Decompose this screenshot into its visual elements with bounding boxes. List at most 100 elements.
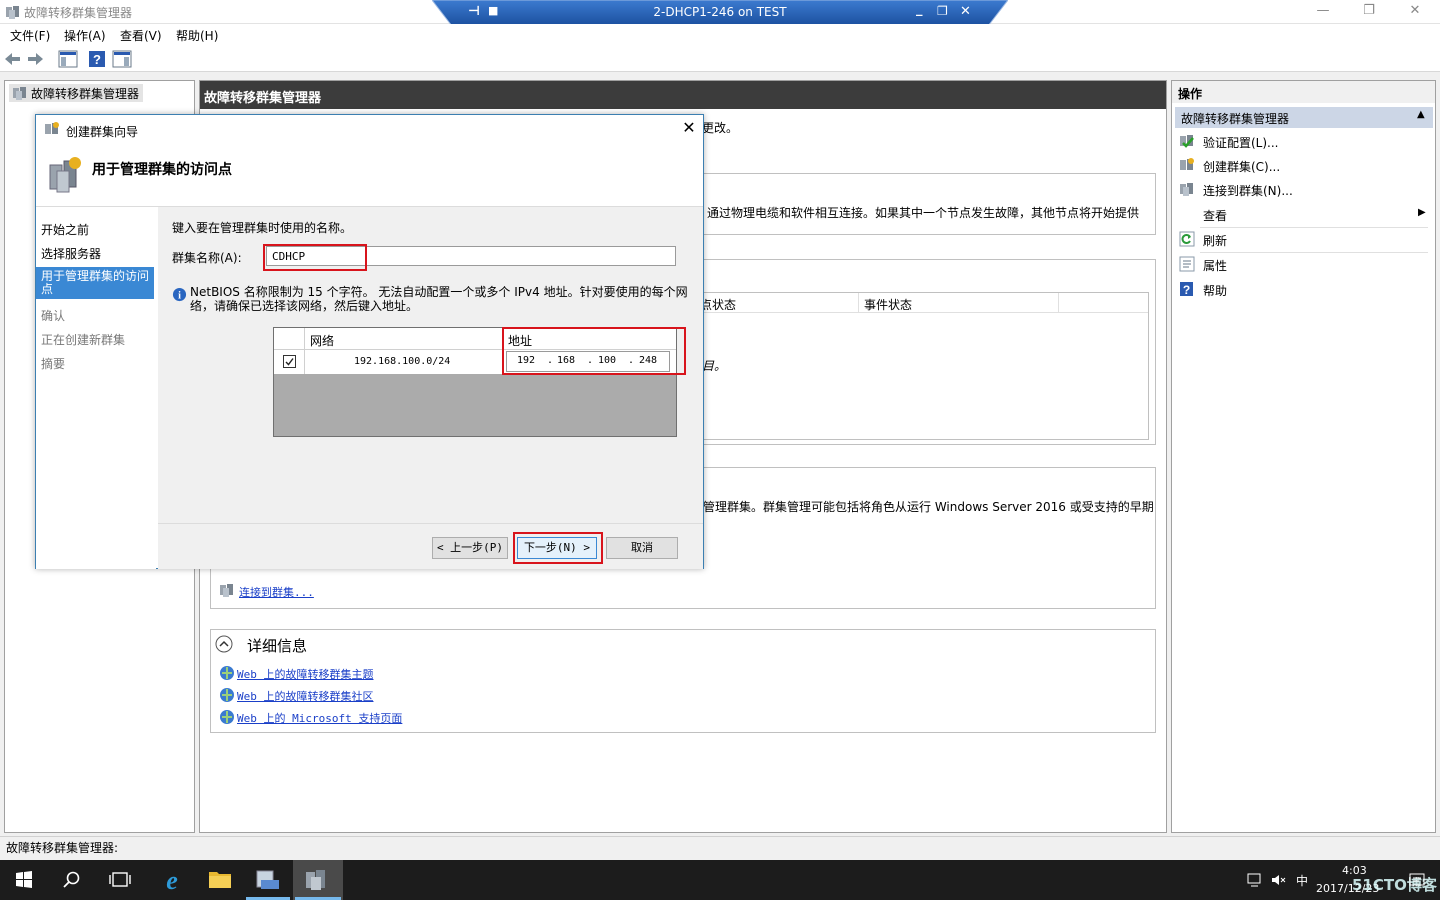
previous-button[interactable]: < 上一步(P) — [432, 537, 508, 559]
svg-text:?: ? — [1183, 283, 1190, 297]
search-icon[interactable] — [48, 860, 96, 900]
cluster-icon — [13, 87, 26, 100]
rdp-restore-button[interactable]: ❐ — [937, 4, 948, 18]
connect-cluster-icon — [220, 584, 233, 597]
svg-text:?: ? — [93, 52, 101, 67]
rdp-close-button[interactable]: ✕ — [960, 4, 971, 19]
rdp-minimize-button[interactable]: _ — [916, 2, 923, 17]
status-text: 故障转移群集管理器: — [6, 841, 119, 855]
action-pane-header: 操作 — [1172, 81, 1435, 103]
internet-explorer-icon[interactable]: e — [148, 860, 196, 900]
step-access-point: 用于管理群集的访问点 — [36, 267, 154, 299]
action-label: 帮助 — [1203, 284, 1228, 298]
button-separator — [158, 523, 703, 524]
action-label: 创建群集(C)... — [1203, 160, 1281, 174]
network-value: 192.168.100.0/24 — [354, 356, 451, 367]
collapse-icon[interactable] — [215, 635, 233, 653]
create-cluster-icon — [1180, 158, 1194, 170]
action-validate[interactable]: 验证配置(L)... — [1176, 130, 1430, 152]
action-refresh[interactable]: 刷新 — [1176, 228, 1430, 250]
action-properties[interactable]: 属性 — [1176, 253, 1430, 275]
task-view-icon[interactable] — [96, 860, 144, 900]
action-pane: 操作 故障转移群集管理器 ▲ 验证配置(L)... 创建群集(C)... 连接到… — [1171, 80, 1436, 833]
details-link-topics[interactable]: Web 上的故障转移群集主题 — [237, 666, 374, 682]
details-box: 详细信息 Web 上的故障转移群集主题 Web 上的故障转移群集社区 Web 上… — [210, 629, 1156, 733]
menu-view[interactable]: 查看(V) — [120, 27, 162, 44]
info-icon: i — [172, 287, 187, 302]
action-section-header[interactable]: 故障转移群集管理器 ▲ — [1175, 107, 1433, 128]
action-help[interactable]: ? 帮助 — [1176, 278, 1430, 300]
cluster-manager-taskbar-icon — [295, 870, 341, 900]
action-section-label: 故障转移群集管理器 — [1181, 112, 1290, 126]
management-text: 管理群集。群集管理可能包括将角色从运行 Windows Server 2016 … — [703, 500, 1154, 514]
toolbar: ? — [0, 46, 1440, 72]
menu-help[interactable]: 帮助(H) — [176, 27, 218, 44]
grid-divider — [304, 328, 305, 350]
instruction-text: 键入要在管理群集时使用的名称。 — [172, 221, 353, 235]
step-before-you-begin: 开始之前 — [41, 223, 90, 237]
minimize-button[interactable]: — — [1300, 2, 1346, 22]
cluster-wizard-large-icon — [49, 157, 81, 193]
col-event-status[interactable]: 事件状态 — [864, 296, 912, 313]
taskbar-active-app[interactable] — [293, 860, 343, 900]
col-network: 网络 — [310, 334, 335, 348]
action-connect-cluster[interactable]: 连接到群集(N)... — [1176, 178, 1430, 200]
highlight-next-button — [513, 532, 603, 564]
step-creating: 正在创建新群集 — [41, 333, 126, 347]
main-header: 故障转移群集管理器 — [200, 81, 1166, 109]
action-create-cluster[interactable]: 创建群集(C)... — [1176, 154, 1430, 176]
network-icon[interactable] — [1246, 872, 1264, 888]
step-select-servers: 选择服务器 — [41, 247, 102, 261]
cancel-button[interactable]: 取消 — [606, 537, 678, 559]
connect-cluster-link[interactable]: 连接到群集... — [239, 584, 314, 600]
collapse-arrow-icon[interactable]: ▲ — [1417, 109, 1425, 120]
create-cluster-wizard: 创建群集向导 ✕ 用于管理群集的访问点 开始之前 选择服务器 用于管理群集的访问… — [35, 114, 704, 569]
svg-text:e: e — [166, 866, 178, 895]
col-divider — [1058, 293, 1059, 313]
col-divider — [858, 293, 859, 313]
wizard-heading: 用于管理群集的访问点 — [92, 162, 232, 178]
wizard-content: 键入要在管理群集时使用的名称。 群集名称(A): CDHCP i NetBIOS… — [158, 207, 703, 569]
help-icon: ? — [1180, 282, 1193, 297]
network-checkbox[interactable] — [283, 355, 296, 368]
volume-muted-icon[interactable] — [1270, 872, 1288, 888]
show-hide-action-pane-icon[interactable] — [112, 50, 132, 68]
wizard-title: 创建群集向导 — [66, 125, 139, 139]
action-label: 属性 — [1203, 259, 1228, 273]
details-link-community[interactable]: Web 上的故障转移群集社区 — [237, 688, 374, 704]
back-icon[interactable] — [4, 51, 22, 67]
notifications-icon[interactable] — [1408, 872, 1426, 888]
overview-text: 通过物理电缆和软件相互连接。如果其中一个节点发生故障，其他节点将开始提供 — [707, 206, 1140, 220]
svg-text:i: i — [178, 291, 181, 302]
action-label: 刷新 — [1203, 234, 1228, 248]
web-link-icon — [220, 666, 234, 680]
show-hide-console-tree-icon[interactable] — [58, 50, 78, 68]
tree-item-root[interactable]: 故障转移群集管理器 — [9, 84, 144, 102]
menu-action[interactable]: 操作(A) — [64, 27, 106, 44]
taskbar: e 中 4:03 2017/12/23 51CTO博客 — [0, 860, 1440, 900]
refresh-icon — [1179, 231, 1195, 247]
action-view[interactable]: 查看 ▶ — [1176, 203, 1430, 225]
wizard-steps: 开始之前 选择服务器 用于管理群集的访问点 确认 正在创建新群集 摘要 — [36, 207, 156, 569]
properties-icon — [1179, 256, 1195, 272]
ime-indicator[interactable]: 中 — [1296, 872, 1308, 889]
file-explorer-icon[interactable] — [196, 860, 244, 900]
validate-icon — [1180, 135, 1194, 148]
wizard-close-button[interactable]: ✕ — [679, 119, 699, 139]
close-button[interactable]: ✕ — [1392, 2, 1438, 22]
web-link-icon — [220, 710, 234, 724]
empty-list-text: 目。 — [702, 359, 727, 373]
start-icon[interactable] — [0, 860, 48, 900]
server-manager-icon[interactable] — [244, 860, 292, 900]
details-link-support[interactable]: Web 上的 Microsoft 支持页面 — [237, 710, 402, 726]
rdp-connection-bar: ⊣ ■ 2-DHCP1-246 on TEST _ ❐ ✕ — [432, 0, 1008, 26]
restore-button[interactable]: ❐ — [1346, 2, 1392, 22]
col-node-status[interactable]: 点状态 — [700, 296, 736, 313]
action-label: 连接到群集(N)... — [1203, 184, 1293, 198]
status-bar: 故障转移群集管理器: — [0, 836, 1440, 856]
forward-icon[interactable] — [26, 51, 44, 67]
menu-file[interactable]: 文件(F) — [10, 27, 50, 44]
help-icon[interactable]: ? — [88, 50, 106, 68]
info-line-2: 络，请确保已选择该网络，然后键入地址。 — [190, 299, 419, 313]
menu-bar: 文件(F) 操作(A) 查看(V) 帮助(H) — [0, 24, 1440, 46]
